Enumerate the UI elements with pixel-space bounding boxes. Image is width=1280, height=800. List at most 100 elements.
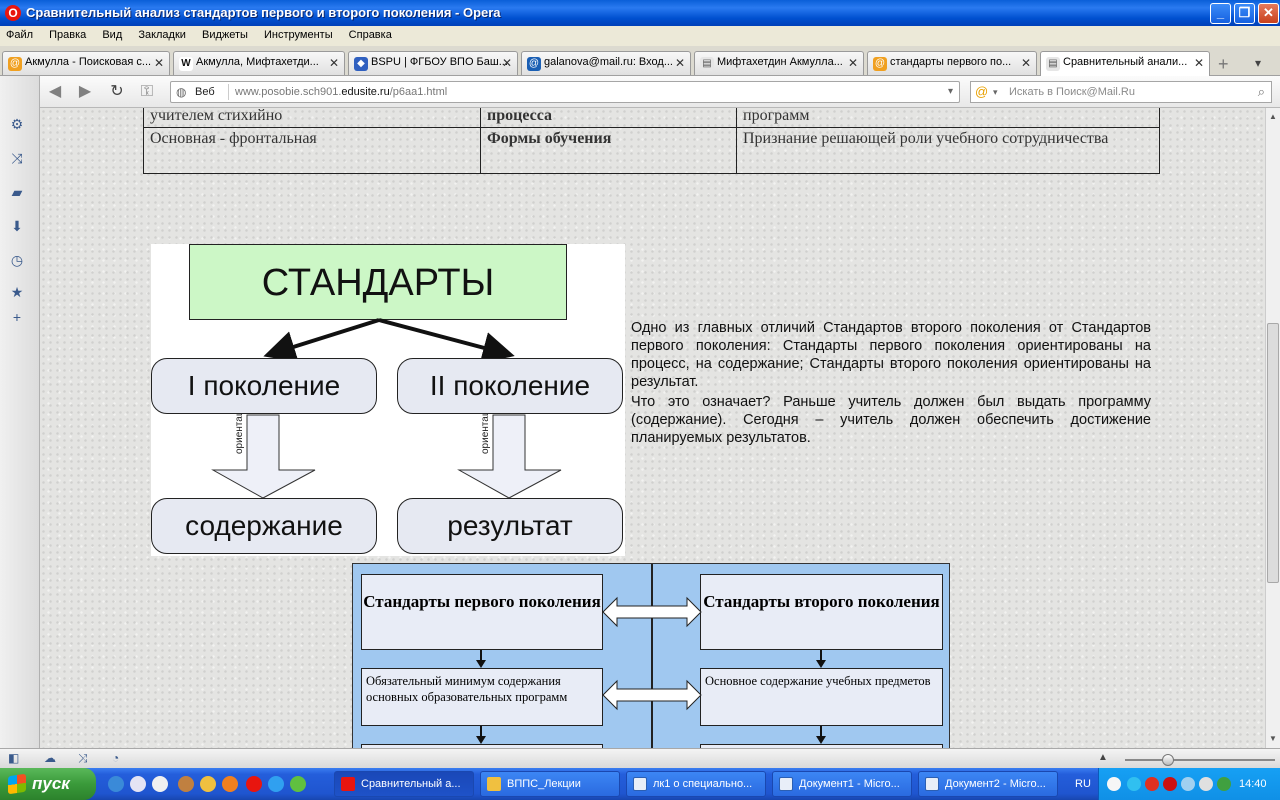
opera-logo-icon: O [5, 5, 21, 21]
start-button[interactable]: пуск [0, 768, 96, 800]
tab-bar: @ Акмулла - Поисковая с... ✕ W Акмулла, М… [0, 46, 1280, 77]
zoom-menu-icon[interactable]: ▲ [1098, 752, 1108, 763]
menu-tools[interactable]: Инструменты [258, 26, 340, 41]
chevron-left-icon[interactable] [1127, 777, 1141, 791]
tab-6[interactable]: @ стандарты первого по... ✕ [867, 51, 1037, 75]
page-content: учителем стихийно процесса программ Осно… [40, 108, 1265, 748]
scheme-arrows [476, 596, 826, 744]
menu-help[interactable]: Справка [343, 26, 399, 41]
taskbar-item-word3[interactable]: Документ2 - Micro... [918, 771, 1058, 797]
tab-3[interactable]: ◆ BSPU | ФГБОУ ВПО Баш... ✕ [348, 51, 518, 75]
tool-icon[interactable] [200, 776, 216, 792]
new-tab-icon[interactable]: + [1218, 54, 1229, 75]
system-tray: 14:40 [1098, 768, 1280, 800]
history-icon[interactable]: ◷ [9, 252, 25, 268]
language-indicator[interactable]: RU [1075, 778, 1091, 790]
word-icon [633, 777, 647, 791]
taskbar-item-word1[interactable]: лк1 о специально... [626, 771, 766, 797]
wikipedia-icon: W [179, 57, 193, 71]
close-tab-icon[interactable]: ✕ [848, 56, 858, 70]
mail-icon: @ [527, 57, 541, 71]
forward-icon[interactable]: ▶ [76, 83, 94, 101]
menu-file[interactable]: Файл [0, 26, 40, 41]
taskbar-item-opera[interactable]: Сравнительный а... [334, 771, 474, 797]
share-icon[interactable]: ⤨ [78, 751, 88, 766]
antivirus-icon[interactable] [1145, 777, 1159, 791]
tab-menu-icon[interactable]: ▾ [1255, 56, 1261, 70]
minimize-button[interactable]: _ [1210, 3, 1231, 24]
tab-7-active[interactable]: ▤ Сравнительный анали... ✕ [1040, 51, 1210, 77]
tab-label: стандарты первого по... [890, 56, 1012, 68]
cloud-icon[interactable]: ☁ [44, 751, 56, 765]
tab-4[interactable]: @ galanova@mail.ru: Вход... ✕ [521, 51, 691, 75]
taskbar-item-word2[interactable]: Документ1 - Micro... [772, 771, 912, 797]
zoom-slider-thumb[interactable] [1162, 754, 1174, 766]
ie-icon[interactable] [130, 776, 146, 792]
flower-icon[interactable] [290, 776, 306, 792]
zoom-slider[interactable] [1125, 759, 1275, 761]
search-icon[interactable]: ⌕ [1258, 84, 1265, 100]
tab-2[interactable]: W Акмулла, Мифтахетди... ✕ [173, 51, 345, 75]
chevron-down-icon[interactable]: ▾ [993, 87, 998, 98]
close-tab-icon[interactable]: ✕ [502, 56, 512, 70]
key-icon[interactable]: ⚿ [138, 83, 156, 101]
reload-icon[interactable]: ↻ [108, 83, 126, 101]
close-tab-icon[interactable]: ✕ [154, 56, 164, 70]
tab-label: BSPU | ФГБОУ ВПО Баш... [371, 56, 508, 68]
title-bar: O Сравнительный анализ стандартов первог… [0, 0, 1280, 26]
agent-icon[interactable] [1217, 777, 1231, 791]
globe-icon[interactable] [268, 776, 284, 792]
taskbar-item-folder[interactable]: ВППС_Лекции [480, 771, 620, 797]
maximize-button[interactable]: ❐ [1234, 3, 1255, 24]
speed-dial-icon[interactable]: ◔ [112, 751, 119, 765]
download-icon[interactable]: ⬇ [9, 218, 25, 234]
back-icon[interactable]: ◀ [46, 83, 64, 101]
vertical-scrollbar[interactable]: ▲ ▼ [1265, 108, 1280, 748]
share-icon[interactable]: ⤨ [9, 150, 25, 166]
quicklaunch-icon[interactable] [108, 776, 124, 792]
gen1-box: I поколение [151, 358, 377, 414]
address-field[interactable]: ◍ Веб www.posobie.sch901.edusite.ru/p6aa… [170, 81, 960, 103]
clock: 14:40 [1239, 778, 1267, 790]
notes-icon[interactable]: ▰ [9, 184, 25, 200]
panel-toggle-icon[interactable]: ◧ [8, 751, 19, 765]
close-tab-icon[interactable]: ✕ [329, 56, 339, 70]
scroll-thumb[interactable] [1267, 323, 1279, 583]
media-icon[interactable] [152, 776, 168, 792]
scroll-down-icon[interactable]: ▼ [1269, 734, 1277, 743]
mail-search-icon[interactable]: @ [975, 84, 988, 99]
volume-icon[interactable] [1199, 777, 1213, 791]
description-text: Одно из главных отличий Стандартов второ… [631, 319, 1151, 449]
menu-view[interactable]: Вид [96, 26, 129, 41]
paw-icon[interactable] [178, 776, 194, 792]
menu-bookmarks[interactable]: Закладки [132, 26, 193, 41]
add-panel-icon[interactable]: + [9, 309, 25, 325]
gear-icon[interactable]: ⚙ [9, 116, 25, 132]
close-tab-icon[interactable]: ✕ [1021, 56, 1031, 70]
close-button[interactable]: ✕ [1258, 3, 1279, 24]
url-text[interactable]: www.posobie.sch901.edusite.ru/p6aa1.html [235, 86, 447, 98]
tab-label: galanova@mail.ru: Вход... [544, 56, 673, 68]
menu-widgets[interactable]: Виджеты [196, 26, 255, 41]
opera-icon[interactable] [246, 776, 262, 792]
navigation-bar: ◀ ▶ ↻ ⚿ ◍ Веб www.posobie.sch901.edusite… [40, 76, 1280, 108]
scroll-up-icon[interactable]: ▲ [1269, 112, 1277, 121]
table-cell: учителем стихийно [143, 108, 481, 128]
ati-icon[interactable] [1163, 777, 1177, 791]
network-icon[interactable] [1181, 777, 1195, 791]
word-icon [925, 777, 939, 791]
tab-label: Мифтахетдин Акмулла... [717, 56, 843, 68]
close-tab-icon[interactable]: ✕ [1194, 56, 1204, 70]
bookmark-icon[interactable]: ★ [9, 284, 25, 300]
menu-edit[interactable]: Правка [43, 26, 93, 41]
close-tab-icon[interactable]: ✕ [675, 56, 685, 70]
dropdown-icon[interactable]: ▾ [948, 86, 953, 97]
tab-1[interactable]: @ Акмулла - Поисковая с... ✕ [2, 51, 170, 75]
tab-5[interactable]: ▤ Мифтахетдин Акмулла... ✕ [694, 51, 864, 75]
mail-agent-icon[interactable] [222, 776, 238, 792]
keyboard-icon[interactable] [1107, 777, 1121, 791]
word-icon [779, 777, 793, 791]
web-label: Веб [195, 86, 215, 98]
search-field[interactable]: @ ▾ Искать в Поиск@Mail.Ru ⌕ [970, 81, 1272, 103]
window-title: Сравнительный анализ стандартов первого … [26, 5, 501, 20]
